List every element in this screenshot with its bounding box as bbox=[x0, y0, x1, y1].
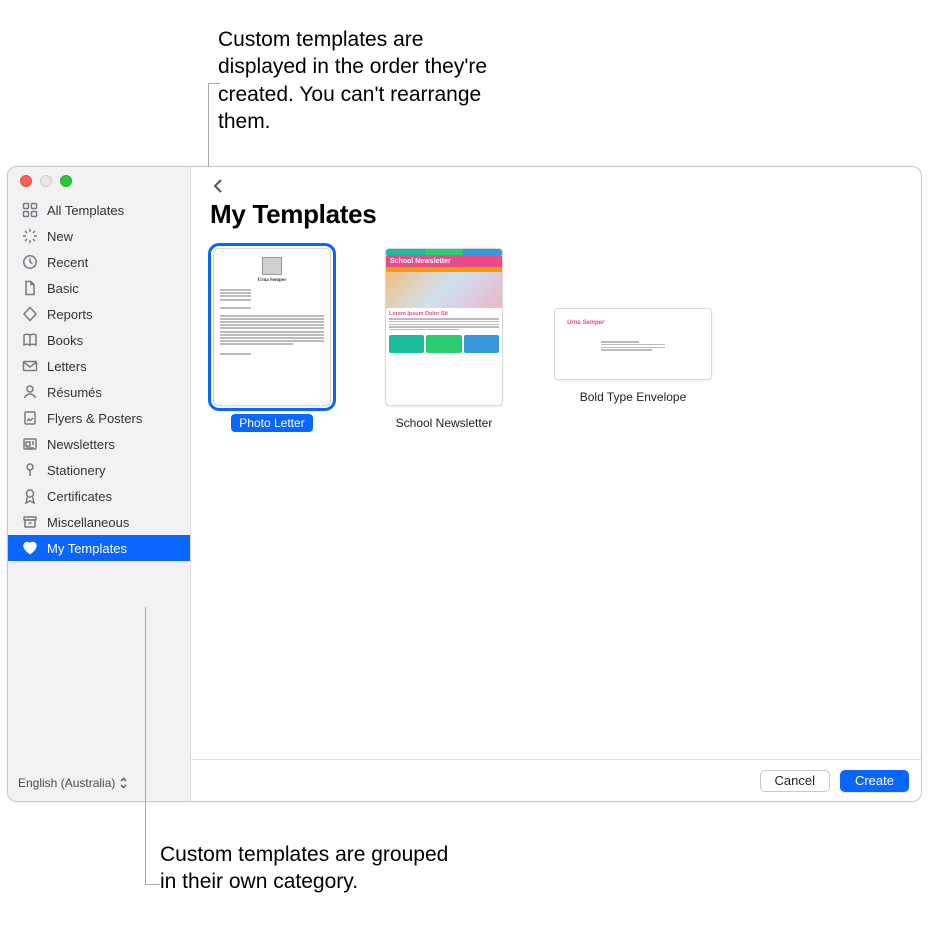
template-thumbnail: Urna Semper bbox=[554, 308, 712, 380]
template-label: Photo Letter bbox=[231, 414, 312, 432]
sidebar-item-all-templates[interactable]: All Templates bbox=[8, 197, 190, 223]
page-title: My Templates bbox=[210, 199, 899, 230]
sparkle-icon bbox=[22, 228, 38, 244]
callout-bottom: Custom templates are grouped in their ow… bbox=[160, 841, 450, 896]
sidebar-item-letters[interactable]: Letters bbox=[8, 353, 190, 379]
template-label: School Newsletter bbox=[388, 414, 501, 432]
clock-icon bbox=[22, 254, 38, 270]
template-dummy-name: Urna Semper bbox=[567, 320, 705, 326]
sidebar-item-label: Résumés bbox=[47, 385, 102, 400]
create-button[interactable]: Create bbox=[840, 770, 909, 792]
sidebar-item-label: Recent bbox=[47, 255, 88, 270]
sidebar: All Templates New Recent Basic Reports bbox=[8, 167, 191, 801]
sidebar-item-stationery[interactable]: Stationery bbox=[8, 457, 190, 483]
ribbon-icon bbox=[22, 488, 38, 504]
callout-top: Custom templates are displayed in the or… bbox=[218, 26, 508, 135]
cancel-button[interactable]: Cancel bbox=[760, 770, 830, 792]
sidebar-item-label: All Templates bbox=[47, 203, 124, 218]
callout-leader bbox=[145, 884, 160, 885]
callout-leader bbox=[145, 607, 146, 885]
dialog-footer: Cancel Create bbox=[191, 759, 921, 801]
poster-icon bbox=[22, 410, 38, 426]
sidebar-item-label: Certificates bbox=[47, 489, 112, 504]
book-icon bbox=[22, 332, 38, 348]
archive-icon bbox=[22, 514, 38, 530]
template-tile-school-newsletter[interactable]: School Newsletter Lorem Ipsum Dolor Sit … bbox=[381, 248, 507, 432]
sidebar-item-label: Reports bbox=[47, 307, 93, 322]
template-label: Bold Type Envelope bbox=[572, 388, 695, 406]
person-icon bbox=[22, 384, 38, 400]
close-window-button[interactable] bbox=[20, 175, 32, 187]
sidebar-item-label: New bbox=[47, 229, 73, 244]
sidebar-item-label: Flyers & Posters bbox=[47, 411, 142, 426]
pin-icon bbox=[22, 462, 38, 478]
fullscreen-window-button[interactable] bbox=[60, 175, 72, 187]
back-button[interactable] bbox=[210, 177, 228, 195]
language-selector[interactable]: English (Australia) bbox=[8, 765, 190, 801]
sidebar-item-label: Miscellaneous bbox=[47, 515, 129, 530]
template-thumbnail: School Newsletter Lorem Ipsum Dolor Sit bbox=[385, 248, 503, 406]
window-controls bbox=[8, 167, 190, 195]
template-thumbnail: Urna Semper bbox=[213, 248, 331, 406]
document-icon bbox=[22, 280, 38, 296]
sidebar-item-miscellaneous[interactable]: Miscellaneous bbox=[8, 509, 190, 535]
template-dummy-subheadline: Lorem Ipsum Dolor Sit bbox=[389, 311, 499, 317]
grid-icon bbox=[22, 202, 38, 218]
minimize-window-button[interactable] bbox=[40, 175, 52, 187]
updown-icon bbox=[119, 777, 128, 789]
sidebar-item-label: My Templates bbox=[47, 541, 127, 556]
sidebar-category-list: All Templates New Recent Basic Reports bbox=[8, 195, 190, 765]
heart-icon bbox=[22, 540, 38, 556]
sidebar-item-recent[interactable]: Recent bbox=[8, 249, 190, 275]
sidebar-item-newsletters[interactable]: Newsletters bbox=[8, 431, 190, 457]
sidebar-item-resumes[interactable]: Résumés bbox=[8, 379, 190, 405]
template-dummy-headline: School Newsletter bbox=[386, 255, 502, 267]
template-gallery: Urna Semper Photo Letter School Newslett… bbox=[191, 238, 921, 759]
sidebar-item-label: Basic bbox=[47, 281, 79, 296]
sidebar-item-reports[interactable]: Reports bbox=[8, 301, 190, 327]
diamond-icon bbox=[22, 306, 38, 322]
sidebar-item-label: Books bbox=[47, 333, 83, 348]
language-label: English (Australia) bbox=[18, 776, 115, 790]
newspaper-icon bbox=[22, 436, 38, 452]
main-panel: My Templates Urna Semper Photo Letter bbox=[191, 167, 921, 801]
template-dummy-name: Urna Semper bbox=[220, 278, 324, 283]
callout-leader bbox=[208, 83, 220, 84]
sidebar-item-basic[interactable]: Basic bbox=[8, 275, 190, 301]
envelope-icon bbox=[22, 358, 38, 374]
sidebar-item-new[interactable]: New bbox=[8, 223, 190, 249]
sidebar-item-certificates[interactable]: Certificates bbox=[8, 483, 190, 509]
sidebar-item-label: Stationery bbox=[47, 463, 106, 478]
sidebar-item-label: Letters bbox=[47, 359, 87, 374]
sidebar-item-my-templates[interactable]: My Templates bbox=[8, 535, 190, 561]
sidebar-item-books[interactable]: Books bbox=[8, 327, 190, 353]
sidebar-item-flyers-posters[interactable]: Flyers & Posters bbox=[8, 405, 190, 431]
sidebar-item-label: Newsletters bbox=[47, 437, 115, 452]
template-tile-photo-letter[interactable]: Urna Semper Photo Letter bbox=[209, 248, 335, 432]
template-tile-bold-type-envelope[interactable]: Urna Semper Bold Type Envelope bbox=[553, 248, 713, 432]
